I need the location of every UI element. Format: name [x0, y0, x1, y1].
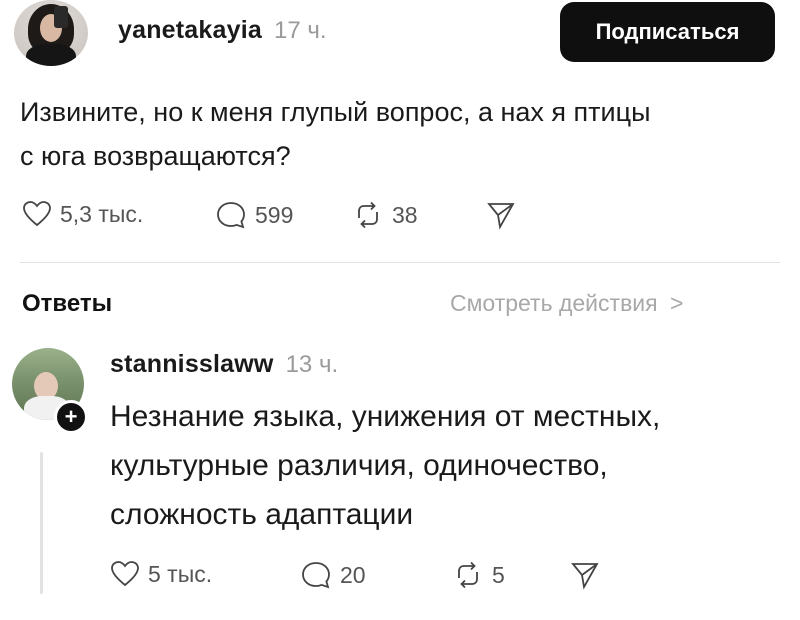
- post-time: 17 ч.: [273, 17, 327, 44]
- view-actions-label: Смотреть действия: [450, 290, 658, 316]
- reply-comment-button[interactable]: 20: [300, 560, 366, 590]
- reply-repost-button[interactable]: 5: [452, 560, 505, 590]
- heart-icon: [23, 201, 51, 227]
- repost-icon: [458, 561, 478, 589]
- reply-share-button[interactable]: [570, 560, 600, 590]
- post-like-button[interactable]: 5,3 тыс.: [22, 200, 143, 228]
- send-icon: [487, 203, 515, 230]
- thread-line: [40, 452, 43, 594]
- reply-like-count: 5 тыс.: [148, 560, 213, 587]
- reply-text: Незнание языка, унижения от местных, кул…: [110, 392, 790, 539]
- reply-text-line: Незнание языка, унижения от местных,: [110, 400, 661, 433]
- reply-text-line: сложность адаптации: [110, 498, 414, 531]
- avatar-phone: [54, 6, 68, 28]
- post-comment-count: 599: [255, 201, 294, 228]
- post-username[interactable]: yanetakayia: [118, 16, 262, 45]
- post-like-count: 5,3 тыс.: [60, 200, 144, 227]
- post-share-button[interactable]: [486, 200, 516, 230]
- follow-button[interactable]: Подписаться: [560, 2, 775, 62]
- avatar-body: [26, 44, 76, 66]
- chevron-right-icon: >: [669, 290, 684, 316]
- reply-comment-count: 20: [340, 561, 366, 588]
- comment-bubble-icon: [217, 202, 245, 229]
- replies-title: Ответы: [22, 290, 113, 317]
- post-text: Извините, но к меня глупый вопрос, а нах…: [20, 90, 780, 178]
- reply-like-button[interactable]: 5 тыс.: [110, 560, 212, 588]
- post-header: yanetakayia 17 ч.: [118, 16, 327, 45]
- comment-bubble-icon: [302, 562, 330, 589]
- view-actions-link[interactable]: Смотреть действия >: [450, 290, 683, 317]
- reply-repost-count: 5: [492, 561, 505, 588]
- section-divider: [20, 262, 780, 263]
- post-text-line: Извините, но к меня глупый вопрос, а нах…: [20, 97, 651, 127]
- heart-icon: [111, 561, 139, 587]
- post-text-line: с юга возвращаются?: [20, 141, 291, 171]
- reply-header: stannisslaww 13 ч.: [110, 350, 338, 379]
- post-comment-button[interactable]: 599: [215, 200, 293, 230]
- plus-icon[interactable]: +: [54, 400, 88, 434]
- post-repost-button[interactable]: 38: [352, 200, 418, 230]
- reply-text-line: культурные различия, одиночество,: [110, 449, 608, 482]
- repost-icon: [358, 201, 378, 229]
- post-repost-count: 38: [392, 201, 418, 228]
- reply-time: 13 ч.: [285, 351, 339, 378]
- send-icon: [571, 563, 599, 590]
- post-author-avatar[interactable]: [14, 0, 88, 66]
- reply-username[interactable]: stannisslaww: [110, 350, 274, 379]
